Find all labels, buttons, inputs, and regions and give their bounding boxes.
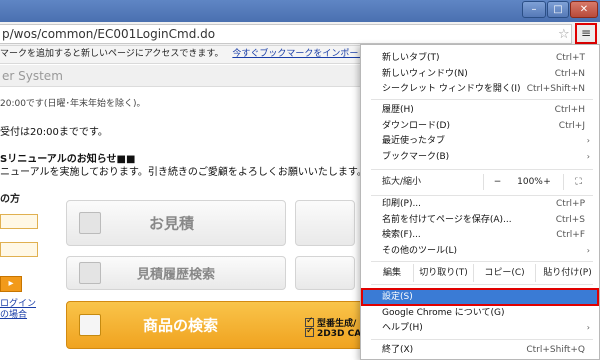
edit-label: 編集: [382, 268, 401, 278]
menu-new-window[interactable]: 新しいウィンドウ(N) Ctrl+N: [361, 67, 599, 81]
site-header: er System: [0, 65, 360, 87]
url-text: p/wos/common/EC001LoginCmd.do: [2, 27, 216, 41]
maximize-button[interactable]: □: [547, 1, 569, 18]
notice-reception: 受付は20:00までです。: [0, 127, 108, 138]
menu-downloads[interactable]: ダウンロード(D) Ctrl+J: [361, 119, 599, 133]
business-hours-text: 20:00です(日曜･年末年始を除く)。: [0, 99, 146, 109]
submenu-arrow-icon: ›: [586, 136, 590, 145]
menu-separator: [371, 169, 593, 170]
menu-exit[interactable]: 終了(X) Ctrl+Shift+Q: [361, 343, 599, 357]
menu-help[interactable]: ヘルプ(H) ›: [361, 321, 599, 335]
user-id-input[interactable]: [0, 214, 38, 229]
login-section-heading: の方: [0, 194, 20, 205]
menu-recent-tabs[interactable]: 最近使ったタブ ›: [361, 134, 599, 148]
quote-tile-label: お見積: [149, 214, 195, 233]
magnifier-icon: [79, 314, 101, 336]
copy-button[interactable]: コピー(C): [473, 264, 535, 282]
menu-print[interactable]: 印刷(P)... Ctrl+P: [361, 197, 599, 211]
menu-find[interactable]: 検索(F)... Ctrl+F: [361, 228, 599, 242]
menu-incognito-window[interactable]: シークレット ウィンドウを開く(I) Ctrl+Shift+N: [361, 82, 599, 96]
close-window-button[interactable]: ✕: [570, 1, 598, 18]
menu-zoom-row: 拡大/縮小 − 100% + ⛶: [361, 173, 599, 191]
side-tile-top[interactable]: [295, 200, 355, 246]
chrome-main-menu: 新しいタブ(T) Ctrl+T 新しいウィンドウ(N) Ctrl+N シークレット …: [360, 44, 600, 360]
calculator-icon: [79, 212, 101, 234]
import-bookmarks-link[interactable]: 今すぐブックマークをインポート...: [232, 49, 376, 59]
address-bar[interactable]: p/wos/common/EC001LoginCmd.do ☆: [0, 24, 572, 44]
checkbox-icon: [305, 326, 314, 337]
document-search-icon: [79, 262, 101, 284]
fullscreen-icon[interactable]: ⛶: [563, 174, 593, 190]
product-search-label: 商品の検索: [143, 316, 219, 335]
menu-bookmarks[interactable]: ブックマーク(B) ›: [361, 150, 599, 164]
menu-save-page-as[interactable]: 名前を付けてページを保存(A)... Ctrl+S: [361, 213, 599, 227]
zoom-out-button[interactable]: −: [483, 174, 511, 190]
bookmark-bar-text: マークを追加すると新しいページにアクセスできます。: [0, 49, 224, 59]
quote-history-tile[interactable]: 見積履歴検索: [66, 256, 286, 290]
paste-button[interactable]: 貼り付け(P): [535, 264, 599, 282]
bookmark-star-icon[interactable]: ☆: [558, 26, 570, 44]
menu-separator: [371, 261, 593, 262]
zoom-in-button[interactable]: +: [537, 174, 557, 190]
menu-separator: [371, 339, 593, 340]
login-case-link[interactable]: の場合: [0, 307, 27, 320]
browser-toolbar: p/wos/common/EC001LoginCmd.do ☆: [0, 22, 600, 46]
submenu-arrow-icon: ›: [586, 323, 590, 332]
menu-separator: [371, 99, 593, 100]
minimize-button[interactable]: –: [522, 1, 546, 18]
side-tile-middle[interactable]: [295, 256, 355, 290]
login-button[interactable]: ▸: [0, 276, 22, 292]
password-input[interactable]: [0, 242, 38, 257]
notice-renewal-body: ニューアルを実施しております。引き続きのご愛顧をよろしくお願いいたします。: [0, 167, 367, 178]
menu-more-tools[interactable]: その他のツール(L) ›: [361, 244, 599, 258]
quote-tile[interactable]: お見積: [66, 200, 286, 246]
check-item-2: 2D3D CA: [305, 326, 361, 339]
cut-button[interactable]: 切り取り(T): [413, 264, 473, 282]
submenu-arrow-icon: ›: [586, 246, 590, 255]
zoom-label: 拡大/縮小: [382, 177, 422, 187]
quote-history-label: 見積履歴検索: [137, 267, 216, 283]
window-titlebar: – □ ✕: [0, 0, 600, 22]
menu-history[interactable]: 履歴(H) Ctrl+H: [361, 103, 599, 117]
chrome-menu-button[interactable]: ≡: [575, 23, 597, 44]
submenu-arrow-icon: ›: [586, 152, 590, 161]
menu-separator: [371, 284, 593, 285]
menu-new-tab[interactable]: 新しいタブ(T) Ctrl+T: [361, 51, 599, 65]
menu-edit-row: 編集 切り取り(T) コピー(C) 貼り付け(P): [361, 264, 599, 282]
menu-settings[interactable]: 設定(S): [361, 288, 599, 306]
menu-about-chrome[interactable]: Google Chrome について(G): [361, 306, 599, 320]
menu-separator: [371, 195, 593, 196]
